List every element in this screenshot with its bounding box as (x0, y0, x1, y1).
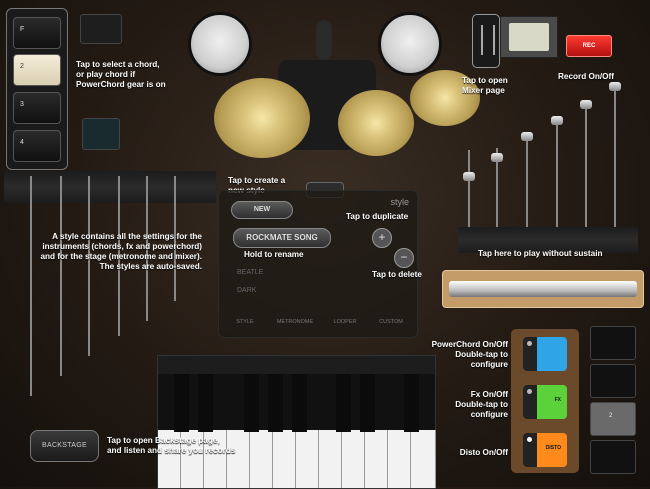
style-info-hint: A style contains all the settings for th… (40, 232, 202, 271)
string-knob[interactable] (463, 172, 475, 181)
piano-white-key[interactable] (273, 430, 296, 488)
tom-drum-right[interactable] (378, 12, 442, 76)
chord-button-label: 2 (20, 63, 24, 70)
rename-hint: Hold to rename (244, 250, 304, 259)
string-line (614, 84, 616, 240)
chord-button-label: F (20, 26, 25, 33)
record-button[interactable]: REC (566, 35, 612, 57)
piano-white-key[interactable] (319, 430, 342, 488)
string-knob[interactable] (551, 116, 563, 125)
tab-style[interactable]: STYLE (225, 319, 265, 325)
backstage-button[interactable]: BACKSTAGE (30, 430, 99, 462)
side-button-1[interactable] (590, 326, 636, 360)
mixer-hint: Tap to open Mixer page (462, 76, 508, 95)
style-list-item[interactable]: DARK (237, 287, 256, 294)
microphone-icon (316, 20, 332, 60)
piano-black-key[interactable] (244, 374, 259, 432)
piano-white-key[interactable] (342, 430, 365, 488)
chord-button-1[interactable]: F (13, 17, 61, 49)
string-line (60, 176, 62, 376)
plus-icon: + (378, 230, 386, 244)
style-list-item[interactable]: BEATLE (237, 269, 263, 276)
mixer-button[interactable] (472, 14, 500, 68)
string-tuner (449, 281, 637, 297)
side-button-2[interactable] (590, 364, 636, 398)
backstage-hint: Tap to open Backstage page, and listen a… (107, 436, 236, 455)
sustain-hint: Tap here to play without sustain (478, 249, 603, 258)
piano-white-key[interactable] (388, 430, 411, 488)
string-knob[interactable] (521, 132, 533, 141)
piano-black-key[interactable] (174, 374, 189, 432)
vu-meter (500, 16, 558, 58)
string-knob[interactable] (609, 82, 621, 91)
duplicate-style-button[interactable]: + (372, 228, 392, 248)
style-panel-header: style (390, 197, 409, 207)
string-rail-left (4, 171, 216, 203)
delete-hint: Tap to delete (372, 270, 422, 279)
chord-button-2[interactable]: 2 (13, 54, 61, 86)
chord-button-4[interactable]: 4 (13, 130, 61, 162)
piano-white-key[interactable] (250, 430, 273, 488)
no-sustain-bar[interactable] (442, 270, 644, 308)
piano-black-key[interactable] (198, 374, 213, 432)
piano-black-key[interactable] (292, 374, 307, 432)
minus-icon: − (400, 250, 408, 264)
piano-white-key[interactable] (296, 430, 319, 488)
chord-panel: F 2 3 4 (6, 8, 68, 170)
side-button-3[interactable]: 2 (590, 402, 636, 436)
string-line (556, 118, 558, 240)
piano-black-key[interactable] (268, 374, 283, 432)
piano-black-key[interactable] (360, 374, 375, 432)
side-button-4[interactable] (590, 440, 636, 474)
powerchord-pedal[interactable] (523, 337, 567, 371)
cymbal-left[interactable] (214, 78, 310, 158)
chord-button-3[interactable]: 3 (13, 92, 61, 124)
current-style-button[interactable]: ROCKMATE SONG (233, 228, 331, 248)
duplicate-hint: Tap to duplicate (346, 212, 409, 221)
delete-style-button[interactable]: − (394, 248, 414, 268)
new-style-button[interactable]: NEW (231, 201, 293, 219)
select-chord-hint: Tap to select a chord, or play chord if … (76, 60, 166, 89)
amp-bottom (82, 118, 120, 150)
fx-pedal-label: FX (554, 397, 561, 403)
cymbal-middle[interactable] (338, 90, 414, 156)
piano-black-key[interactable] (336, 374, 351, 432)
tab-looper[interactable]: LOOPER (325, 319, 365, 325)
side-button-label: 2 (609, 413, 613, 419)
string-line (526, 132, 528, 240)
tab-custom[interactable]: CUSTOM (371, 319, 411, 325)
piano-black-key[interactable] (404, 374, 419, 432)
tom-drum-left[interactable] (188, 12, 252, 76)
chord-button-label: 3 (20, 101, 24, 108)
string-line (585, 100, 587, 240)
pedal-board: FX DISTO (511, 329, 579, 473)
piano-keyboard (157, 355, 436, 489)
amp-top (80, 14, 122, 44)
disto-pedal-label: DISTO (545, 445, 561, 451)
piano-white-key[interactable] (411, 430, 436, 488)
fx-pedal[interactable]: FX (523, 385, 567, 419)
string-line (30, 176, 32, 396)
disto-pedal[interactable]: DISTO (523, 433, 567, 467)
piano-white-key[interactable] (365, 430, 388, 488)
string-knob[interactable] (491, 153, 503, 162)
record-hint: Record On/Off (558, 72, 614, 81)
tab-metronome[interactable]: METRONOME (275, 319, 315, 325)
string-knob[interactable] (580, 100, 592, 109)
mixer-icon (481, 25, 495, 55)
chord-button-label: 4 (20, 139, 24, 146)
